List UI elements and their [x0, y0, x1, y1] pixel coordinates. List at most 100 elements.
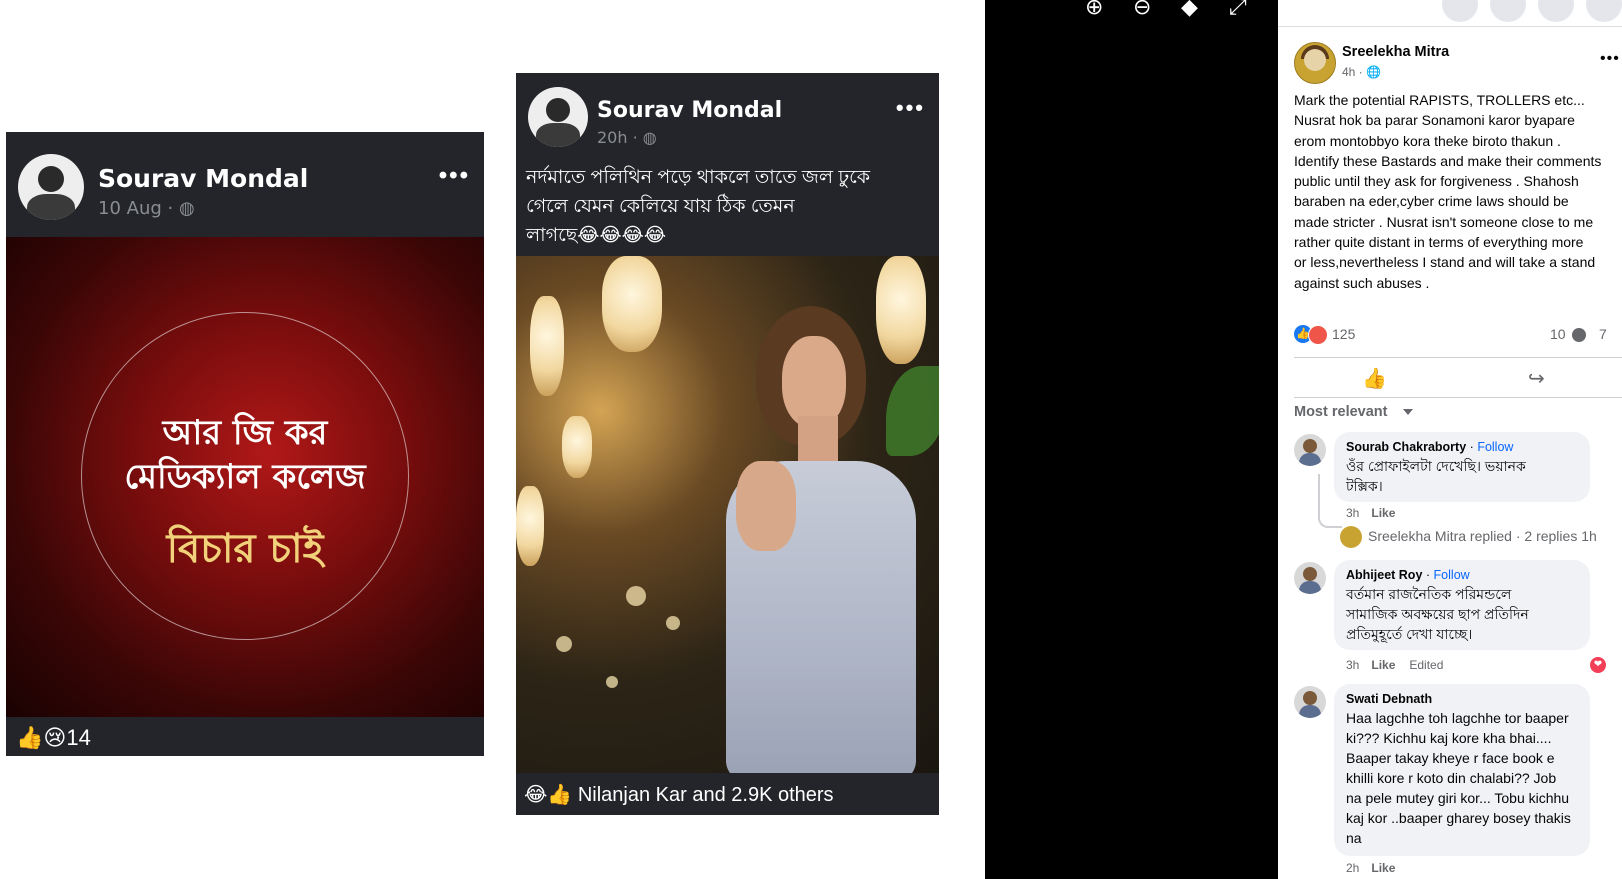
- heart-reaction-icon[interactable]: ❤: [1590, 657, 1606, 673]
- comment-time[interactable]: 3h: [1346, 658, 1359, 672]
- comment-author[interactable]: Swati Debnath: [1346, 692, 1432, 706]
- messenger-icon[interactable]: [1490, 0, 1526, 22]
- comment-text-line: na: [1346, 830, 1362, 846]
- globe-icon: ◍: [178, 198, 195, 219]
- comment-time[interactable]: 3h: [1346, 506, 1359, 520]
- comment-count[interactable]: 10: [1550, 326, 1566, 342]
- comment-text-line: সামাজিক অবক্ষয়ের ছাপ প্রতিদিন: [1346, 606, 1529, 622]
- comment-text-line: ওঁর প্রোফাইলটা দেখেছি। ভয়ানক: [1346, 458, 1526, 474]
- comment-text-line: ki??? Kichhu kaj kore kha bhai....: [1346, 730, 1552, 746]
- more-icon: •••: [895, 95, 925, 120]
- reaction-text: Nilanjan Kar and 2.9K others: [577, 784, 834, 806]
- reaction-icons: 😂👍: [524, 784, 573, 806]
- post-header: Sourav Mondal 20h · ◍ ••• নর্দমাতে পলিথি…: [516, 73, 939, 256]
- comment-author-name[interactable]: Abhijeet Roy: [1346, 568, 1422, 582]
- comment-author: Abhijeet Roy · Follow: [1346, 568, 1470, 582]
- globe-icon: ◍: [642, 128, 657, 147]
- follow-button[interactable]: Follow: [1434, 568, 1470, 582]
- screenshot-post-left: Sourav Mondal 10 Aug · ◍ ••• আর জি কর মে…: [6, 132, 484, 756]
- caption-line: লাগছে😂😂😂😂: [526, 225, 667, 246]
- post-time: 20h · ◍: [597, 128, 657, 147]
- edited-label: Edited: [1409, 658, 1444, 672]
- divider: [1294, 397, 1622, 398]
- zoom-in-icon[interactable]: ⊕: [1085, 0, 1103, 20]
- comment-like-button[interactable]: Like: [1371, 861, 1395, 875]
- reply-thread-line: [1318, 474, 1342, 528]
- post-text-line: made stricter . Nusrat isn't someone clo…: [1294, 213, 1594, 230]
- post-image: আর জি কর মেডিক্যাল কলেজ বিচার চাই: [6, 237, 484, 717]
- comment-avatar[interactable]: [1294, 686, 1326, 718]
- comment-text: ওঁর প্রোফাইলটা দেখেছি। ভয়ানক টক্সিক।: [1346, 456, 1526, 496]
- comment-avatar[interactable]: [1294, 434, 1326, 466]
- post-author: Sourav Mondal: [98, 164, 309, 193]
- caption-line: গেলে যেমন কেলিয়ে যায় ঠিক তেমন: [526, 196, 795, 217]
- reaction-summary: 😂👍 Nilanjan Kar and 2.9K others: [524, 782, 834, 807]
- post-timestamp[interactable]: 4h · 🌐: [1342, 65, 1381, 79]
- comment-text-line: প্রতিমুহূর্তে দেখা যাচ্ছে।: [1346, 626, 1473, 642]
- post-author: Sourav Mondal: [597, 98, 783, 123]
- post-text-line: against such abuses .: [1294, 274, 1430, 291]
- view-replies-text: Sreelekha Mitra replied · 2 replies: [1368, 528, 1578, 544]
- zoom-out-icon[interactable]: ⊖: [1133, 0, 1151, 20]
- post-text-line: public until they ask for forgiveness . …: [1294, 173, 1579, 190]
- post-header: Sourav Mondal 10 Aug · ◍ •••: [6, 132, 484, 237]
- comment-sort-dropdown[interactable]: Most relevant: [1294, 404, 1387, 420]
- image-text-line: মেডিক্যাল কলেজ: [124, 457, 366, 497]
- comment-text: Haa lagchhe toh lagchhe tor baaper ki???…: [1346, 708, 1571, 848]
- menu-icon[interactable]: [1442, 0, 1478, 22]
- angry-reaction-icon: [1308, 325, 1328, 345]
- post-author[interactable]: Sreelekha Mitra: [1342, 44, 1449, 60]
- avatar: [528, 87, 588, 147]
- like-button[interactable]: 👍: [1362, 366, 1387, 391]
- avatar[interactable]: [1294, 42, 1336, 84]
- view-replies-link[interactable]: Sreelekha Mitra replied · 2 replies 1h: [1368, 528, 1597, 544]
- post-text-line: baraben na eder,cyber crime laws should …: [1294, 193, 1569, 210]
- comment-avatar[interactable]: [1294, 562, 1326, 594]
- reaction-icons: 👍😢: [16, 725, 67, 750]
- post-sidebar: Sreelekha Mitra 4h · 🌐 ••• Mark the pote…: [1278, 0, 1622, 879]
- post-text-line: erom montobbyo kora theke biroto thakun …: [1294, 132, 1561, 149]
- screenshot-post-right: Sourav Mondal 20h · ◍ ••• নর্দমাতে পলিথি…: [516, 73, 939, 815]
- post-text-line: Nusrat hok ba parar Sonamoni karor byapa…: [1294, 112, 1575, 129]
- post-photo: [516, 256, 939, 773]
- comment-author: Sourab Chakraborty · Follow: [1346, 440, 1514, 454]
- top-bar: [1278, 0, 1622, 27]
- post-text-line: rather quite distant in terms of everyth…: [1294, 234, 1584, 251]
- notifications-icon[interactable]: [1538, 0, 1574, 22]
- post-text-line: Mark the potential RAPISTS, TROLLERS etc…: [1294, 92, 1585, 108]
- view-replies-time: 1h: [1581, 528, 1597, 544]
- chevron-down-icon[interactable]: [1403, 409, 1413, 415]
- post-text-line: Identify these Bastards and make their c…: [1294, 152, 1602, 169]
- comment-meta: 2h Like: [1346, 861, 1395, 875]
- share-button[interactable]: ↪: [1528, 366, 1545, 391]
- comment-text-line: টক্সিক।: [1346, 478, 1383, 494]
- comment-meta: 3h Like: [1346, 506, 1395, 520]
- post-footer: 😂👍 Nilanjan Kar and 2.9K others: [516, 773, 939, 815]
- fullscreen-icon[interactable]: ⤢: [1229, 0, 1247, 20]
- comment-text-line: Baaper takay kheye r face book e: [1346, 750, 1555, 766]
- viewer-dark-panel: ⊕ ⊖ ◆ ⤢: [985, 0, 1278, 879]
- reaction-summary: 👍😢14: [16, 725, 91, 751]
- post-time-text: 20h: [597, 128, 628, 147]
- profile-avatar[interactable]: [1586, 0, 1622, 22]
- reply-avatar: [1340, 526, 1362, 548]
- reaction-count: 125: [1332, 326, 1356, 342]
- more-options-icon[interactable]: •••: [1600, 50, 1620, 68]
- follow-button[interactable]: Follow: [1477, 440, 1513, 454]
- comment-text: বর্তমান রাজনৈতিক পরিমন্ডলে সামাজিক অবক্ষ…: [1346, 584, 1529, 644]
- comment-text-line: na pele mutey giri kor... Tobu kichhu: [1346, 790, 1570, 806]
- tag-icon[interactable]: ◆: [1181, 0, 1198, 20]
- comment-like-button[interactable]: Like: [1371, 506, 1395, 520]
- divider: [1294, 357, 1622, 358]
- share-count[interactable]: 7: [1599, 326, 1607, 342]
- post-caption: নর্দমাতে পলিথিন পড়ে থাকলে তাতে জল ঢুকে …: [526, 163, 926, 250]
- comment-author-name[interactable]: Sourab Chakraborty: [1346, 440, 1466, 454]
- avatar: [18, 154, 84, 220]
- comment-time[interactable]: 2h: [1346, 861, 1359, 875]
- reaction-count: 14: [66, 725, 91, 750]
- comment-text-line: khilli kore r koto din chalabi?? Job: [1346, 770, 1557, 786]
- comment-text-line: kaj kor ..baaper gharey bosey thakis: [1346, 810, 1571, 826]
- comment-meta: 3h Like Edited: [1346, 658, 1443, 672]
- caption-line: নর্দমাতে পলিথিন পড়ে থাকলে তাতে জল ঢুকে: [526, 167, 870, 188]
- comment-like-button[interactable]: Like: [1371, 658, 1395, 672]
